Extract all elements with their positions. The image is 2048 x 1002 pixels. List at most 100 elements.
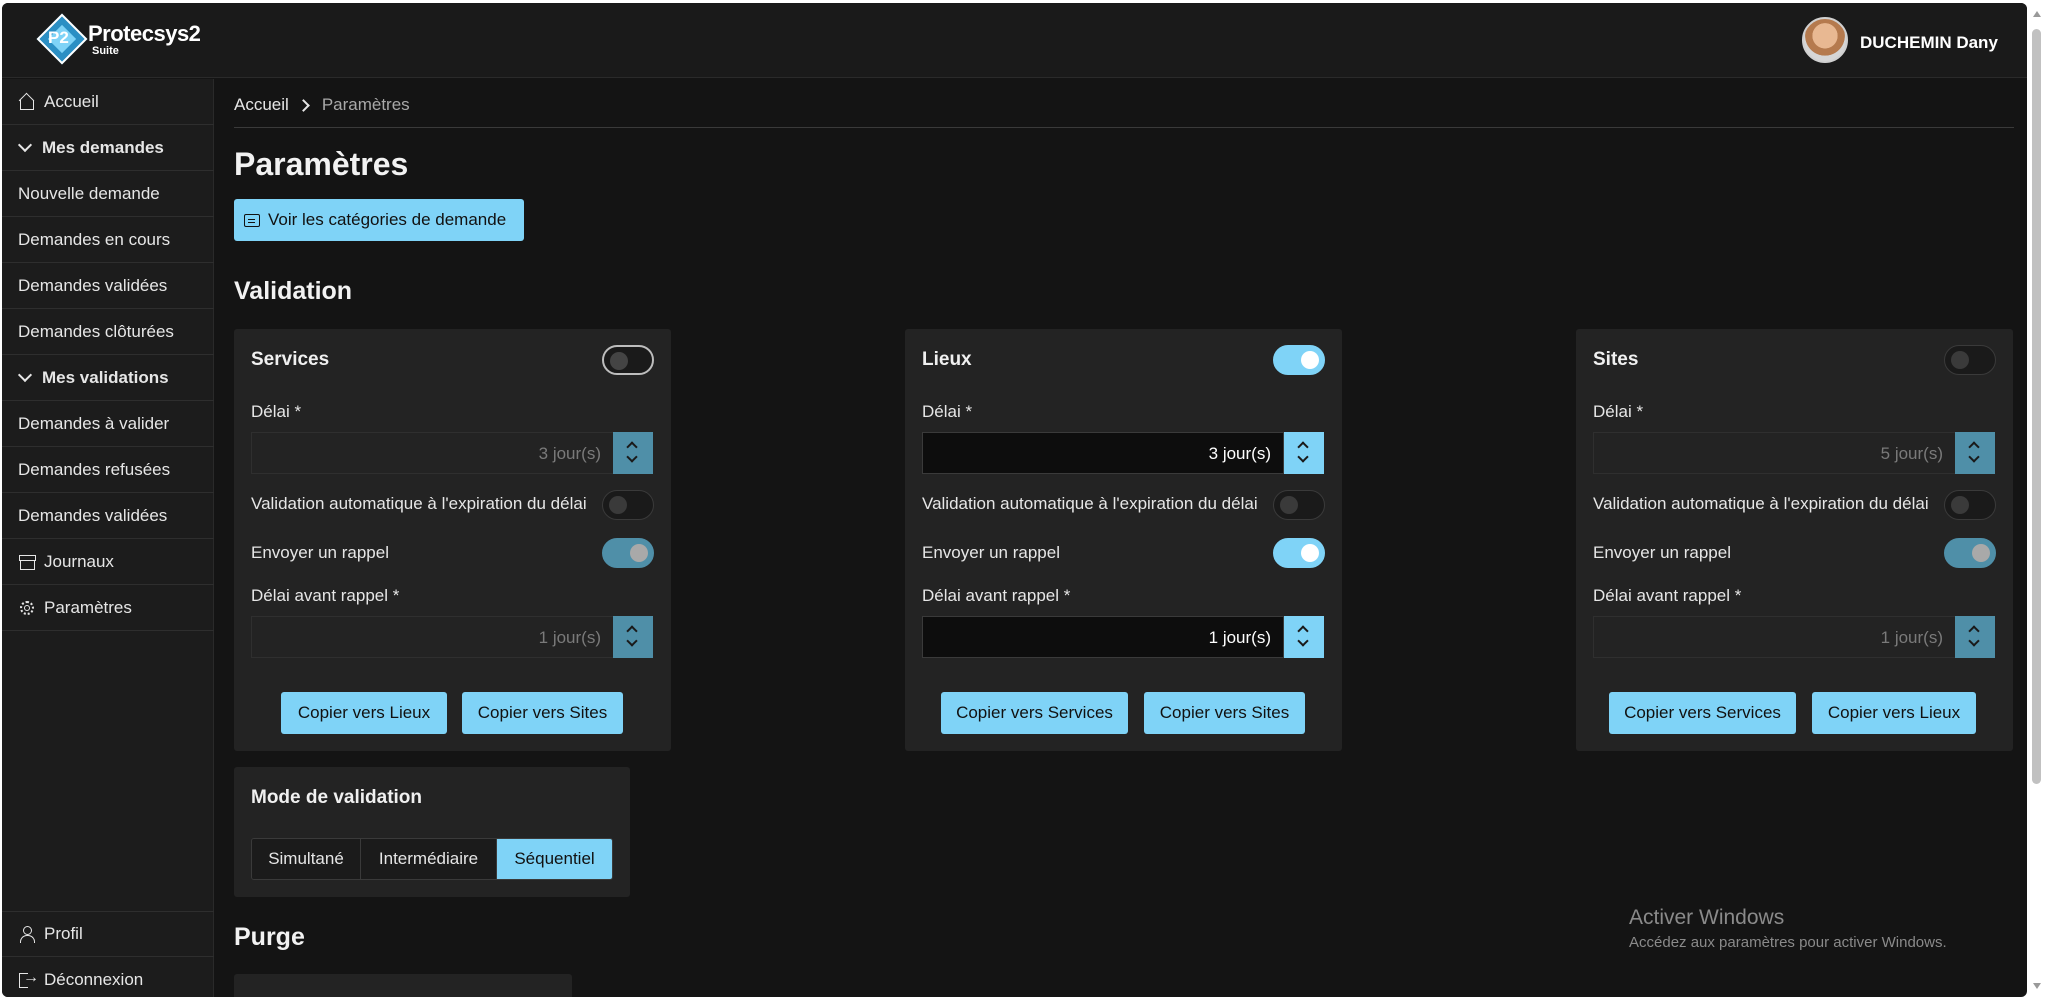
sidebar-item-label: Paramètres	[44, 597, 132, 617]
breadcrumb-current: Paramètres	[321, 95, 410, 114]
chevron-down-icon[interactable]	[626, 635, 638, 647]
sidebar-item-nouvelle-demande[interactable]: Nouvelle demande	[2, 171, 214, 217]
services-rappel-input[interactable]: 1 jour(s)	[251, 616, 613, 658]
sidebar-item-label: Demandes à valider	[18, 413, 170, 433]
services-delai-stepper[interactable]: 3 jour(s)	[251, 432, 653, 474]
rappel-label: Envoyer un rappel	[251, 543, 389, 562]
sites-card: Sites Délai * 5 jour(s) Validation autom…	[1576, 329, 2013, 751]
sites-auto-validation-toggle[interactable]	[1944, 490, 1996, 520]
sidebar-item-label: Accueil	[44, 91, 99, 111]
sites-enable-toggle[interactable]	[1944, 345, 1996, 375]
sites-rappel-input[interactable]: 1 jour(s)	[1593, 616, 1955, 658]
services-rappel-toggle[interactable]	[602, 538, 654, 568]
chevron-right-icon	[296, 98, 310, 112]
card-title: Sites	[1593, 349, 1639, 370]
scroll-down-icon[interactable]	[2033, 983, 2041, 989]
scrollbar-thumb[interactable]	[2032, 29, 2041, 784]
archive-icon	[18, 553, 36, 571]
copy-to-sites-button[interactable]: Copier vers Sites	[462, 692, 623, 734]
delai-label: Délai *	[922, 402, 973, 421]
breadcrumb-home-link[interactable]: Accueil	[234, 95, 289, 115]
sidebar-item-label: Profil	[44, 924, 83, 943]
rappel-label: Envoyer un rappel	[922, 543, 1060, 562]
sidebar-section-mes-demandes[interactable]: Mes demandes	[2, 125, 214, 171]
sidebar-item-label: Journaux	[44, 551, 114, 571]
sites-rappel-toggle[interactable]	[1944, 538, 1996, 568]
sidebar-item-demandes-validees[interactable]: Demandes validées	[2, 263, 214, 309]
sidebar-item-demandes-en-cours[interactable]: Demandes en cours	[2, 217, 214, 263]
user-name[interactable]: DUCHEMIN Dany	[1860, 33, 1998, 53]
services-rappel-stepper[interactable]: 1 jour(s)	[251, 616, 653, 658]
app-window: P2 Protecsys2 Suite DUCHEMIN Dany Accuei…	[2, 3, 2027, 997]
sites-rappel-stepper[interactable]: 1 jour(s)	[1593, 616, 1995, 658]
sidebar-item-label: Nouvelle demande	[18, 183, 160, 203]
chevron-down-icon	[17, 137, 33, 152]
services-card: Services Délai * 3 jour(s) Validation au…	[234, 329, 671, 751]
mode-option-simultane[interactable]: Simultané	[252, 839, 361, 879]
sidebar-item-profil[interactable]: Profil	[2, 911, 214, 957]
lieux-delai-input[interactable]: 3 jour(s)	[922, 432, 1284, 474]
lieux-rappel-stepper[interactable]: 1 jour(s)	[922, 616, 1324, 658]
copy-to-lieux-button[interactable]: Copier vers Lieux	[281, 692, 447, 734]
chevron-down-icon[interactable]	[1297, 451, 1309, 463]
scroll-up-icon[interactable]	[2033, 11, 2041, 17]
delai-rappel-label: Délai avant rappel *	[1593, 586, 1742, 605]
app-logo-icon[interactable]: P2	[36, 13, 88, 65]
sidebar: Accueil Mes demandes Nouvelle demande De…	[2, 79, 214, 997]
copy-to-services-button[interactable]: Copier vers Services	[1609, 692, 1796, 734]
sidebar-section-mes-validations[interactable]: Mes validations	[2, 355, 214, 401]
app-subtitle: Suite	[92, 45, 119, 57]
sidebar-item-demandes-refusees[interactable]: Demandes refusées	[2, 447, 214, 493]
lieux-enable-toggle[interactable]	[1273, 345, 1325, 375]
mode-option-sequentiel[interactable]: Séquentiel	[497, 839, 612, 879]
delai-rappel-label: Délai avant rappel *	[251, 586, 400, 605]
chevron-down-icon[interactable]	[1968, 451, 1980, 463]
services-auto-validation-toggle[interactable]	[602, 490, 654, 520]
lieux-rappel-toggle[interactable]	[1273, 538, 1325, 568]
rappel-label: Envoyer un rappel	[1593, 543, 1731, 562]
scrollbar[interactable]	[2030, 3, 2044, 997]
avatar[interactable]	[1802, 17, 1848, 63]
card-title: Services	[251, 349, 330, 370]
services-delai-input[interactable]: 3 jour(s)	[251, 432, 613, 474]
auto-validation-label: Validation automatique à l'expiration du…	[922, 494, 1258, 513]
purge-section-title: Purge	[234, 923, 305, 951]
lieux-rappel-input[interactable]: 1 jour(s)	[922, 616, 1284, 658]
delai-rappel-label: Délai avant rappel *	[922, 586, 1071, 605]
mode-validation-card: Mode de validation Simultané Intermédiai…	[234, 767, 630, 897]
sidebar-item-parametres[interactable]: Paramètres	[2, 585, 214, 631]
sidebar-item-label: Demandes validées	[18, 275, 168, 295]
sites-delai-input[interactable]: 5 jour(s)	[1593, 432, 1955, 474]
sidebar-item-journaux[interactable]: Journaux	[2, 539, 214, 585]
copy-to-lieux-button[interactable]: Copier vers Lieux	[1812, 692, 1976, 734]
lieux-delai-stepper[interactable]: 3 jour(s)	[922, 432, 1324, 474]
sites-delai-stepper[interactable]: 5 jour(s)	[1593, 432, 1995, 474]
person-icon	[18, 925, 36, 943]
mode-segmented-control: Simultané Intermédiaire Séquentiel	[251, 838, 613, 880]
copy-to-sites-button[interactable]: Copier vers Sites	[1144, 692, 1305, 734]
gear-icon	[18, 599, 36, 617]
sidebar-item-demandes-cloturees[interactable]: Demandes clôturées	[2, 309, 214, 355]
divider	[234, 127, 2014, 128]
copy-to-services-button[interactable]: Copier vers Services	[941, 692, 1128, 734]
view-categories-button[interactable]: Voir les catégories de demande	[234, 199, 524, 241]
lieux-auto-validation-toggle[interactable]	[1273, 490, 1325, 520]
purge-card	[234, 974, 572, 997]
sidebar-item-demandes-a-valider[interactable]: Demandes à valider	[2, 401, 214, 447]
sidebar-item-deconnexion[interactable]: Déconnexion	[2, 957, 214, 997]
auto-validation-label: Validation automatique à l'expiration du…	[1593, 494, 1929, 513]
card-title: Lieux	[922, 349, 972, 370]
services-enable-toggle[interactable]	[602, 345, 654, 375]
chevron-down-icon[interactable]	[626, 451, 638, 463]
sidebar-item-accueil[interactable]: Accueil	[2, 79, 214, 125]
mode-option-intermediaire[interactable]: Intermédiaire	[361, 839, 497, 879]
sidebar-item-label: Déconnexion	[44, 970, 144, 989]
card-title: Mode de validation	[251, 787, 423, 808]
chevron-down-icon[interactable]	[1968, 635, 1980, 647]
lieux-card: Lieux Délai * 3 jour(s) Validation autom…	[905, 329, 1342, 751]
validation-section-title: Validation	[234, 277, 353, 305]
chevron-down-icon[interactable]	[1297, 635, 1309, 647]
sidebar-item-validations-validees[interactable]: Demandes validées	[2, 493, 214, 539]
sidebar-item-label: Demandes refusées	[18, 459, 171, 479]
sidebar-item-label: Demandes en cours	[18, 229, 171, 249]
